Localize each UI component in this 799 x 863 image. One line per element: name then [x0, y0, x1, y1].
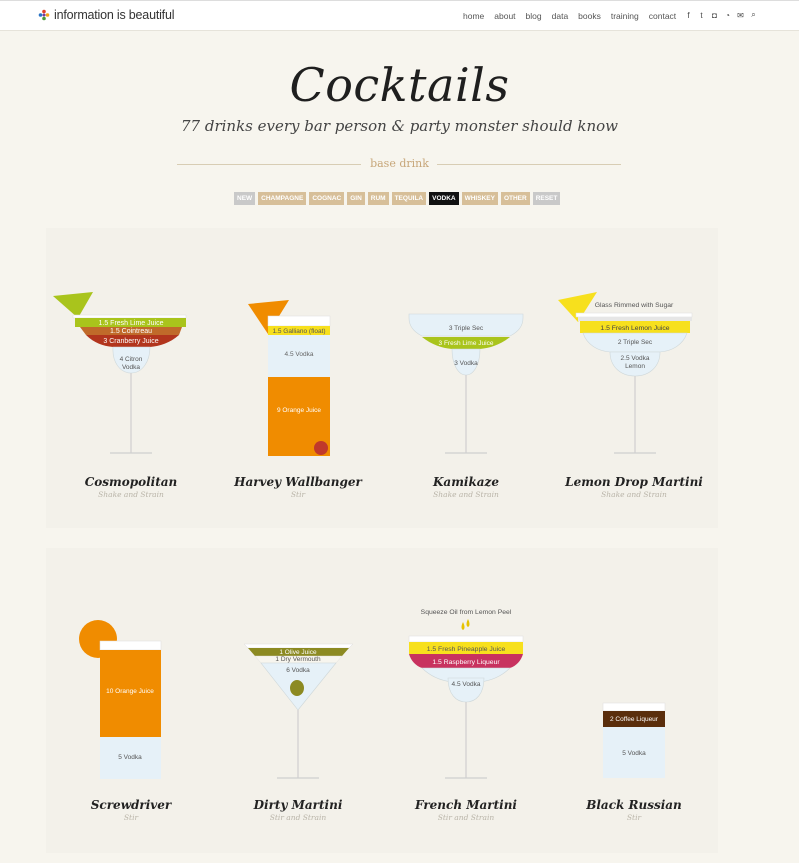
drink-black-russian-glass[interactable]: 2 Coffee Liqueur 5 Vodka: [602, 702, 666, 778]
drink-lemon-drop-martini-glass[interactable]: Glass Rimmed with Sugar 1.5 Fresh Lemon …: [558, 292, 693, 454]
ingredient-label: 2.5 Vodka: [621, 355, 650, 362]
ingredient-label: 1.5 Fresh Lime Juice: [99, 320, 164, 327]
ingredient-label: Lemon: [625, 363, 645, 370]
ingredient-label: 10 Orange Juice: [106, 688, 154, 695]
ingredient-label: 3 Fresh Lime Juice: [439, 340, 494, 347]
ingredient-label: 9 Orange Juice: [277, 407, 321, 414]
drink-name-black-russian[interactable]: Black Russian: [549, 798, 719, 812]
cherry-garnish: [314, 441, 328, 455]
ingredient-label: 4.5 Vodka: [452, 681, 481, 688]
drink-illustrations: 1.5 Fresh Lime Juice 1.5 Cointreau 3 Cra…: [53, 292, 693, 779]
ingredient-label: 1.5 Raspberry Liqueur: [432, 659, 500, 666]
drink-name-french-martini[interactable]: French Martini: [381, 798, 551, 812]
drink-name-dirty-martini[interactable]: Dirty Martini: [213, 798, 383, 812]
drink-name-cosmopolitan[interactable]: Cosmopolitan: [46, 475, 216, 489]
drink-method: Shake and Strain: [601, 490, 667, 499]
ingredient-label: Vodka: [122, 364, 140, 371]
drink-method: Stir: [626, 813, 642, 822]
ingredient-label: 6 Vodka: [286, 667, 310, 674]
garnish-note: Glass Rimmed with Sugar: [595, 302, 674, 309]
drink-name-screwdriver[interactable]: Screwdriver: [46, 798, 216, 812]
drink-method: Stir and Strain: [437, 813, 495, 822]
drink-method: Stir: [123, 813, 139, 822]
ingredient-label: 3 Cranberry Juice: [103, 338, 158, 345]
ingredient-label: 1.5 Fresh Lemon Juice: [600, 325, 669, 332]
ingredient-label: 5 Vodka: [622, 750, 646, 757]
drink-method: Shake and Strain: [98, 490, 164, 499]
ingredient-label: 4 Citron: [120, 356, 143, 363]
ingredient-label: 3 Triple Sec: [449, 325, 484, 332]
ingredient-label: 1.5 Galliano (float): [272, 328, 325, 335]
ingredient-label: 1.5 Cointreau: [110, 328, 152, 335]
garnish-note: Squeeze Oil from Lemon Peel: [421, 609, 512, 616]
drink-name-lemon-drop-martini[interactable]: Lemon Drop Martini: [549, 475, 719, 489]
ingredient-label: 1 Dry Vermouth: [275, 656, 321, 663]
lime-wedge-garnish: [53, 292, 93, 318]
ingredient-label: 1.5 Fresh Pineapple Juice: [427, 646, 506, 653]
ingredient-label: 3 Vodka: [454, 360, 478, 367]
drink-cosmopolitan-glass[interactable]: 1.5 Fresh Lime Juice 1.5 Cointreau 3 Cra…: [53, 292, 187, 454]
drink-method: Stir: [290, 490, 306, 499]
drink-name-kamikaze[interactable]: Kamikaze: [381, 475, 551, 489]
ingredient-label: 4.5 Vodka: [285, 351, 314, 358]
drink-method: Stir and Strain: [269, 813, 327, 822]
drink-harvey-wallbanger-glass[interactable]: 1.5 Galliano (float) 4.5 Vodka 9 Orange …: [248, 300, 331, 456]
ingredient-label: 2 Coffee Liqueur: [610, 716, 659, 723]
ingredient-label: 2 Triple Sec: [618, 339, 653, 346]
drink-french-martini-glass[interactable]: Squeeze Oil from Lemon Peel 1.5 Fresh Pi…: [408, 609, 524, 779]
drink-name-harvey-wallbanger[interactable]: Harvey Wallbanger: [213, 475, 383, 489]
olive-garnish: [290, 680, 304, 696]
ingredient-label: 5 Vodka: [118, 754, 142, 761]
drink-method: Shake and Strain: [433, 490, 499, 499]
ingredient-label: 1 Olive Juice: [279, 649, 317, 656]
drink-screwdriver-glass[interactable]: 10 Orange Juice 5 Vodka: [79, 620, 162, 779]
drink-dirty-martini-glass[interactable]: 1 Olive Juice 1 Dry Vermouth 6 Vodka: [243, 643, 354, 779]
drink-kamikaze-glass[interactable]: 3 Triple Sec 3 Fresh Lime Juice 3 Vodka: [408, 313, 524, 454]
